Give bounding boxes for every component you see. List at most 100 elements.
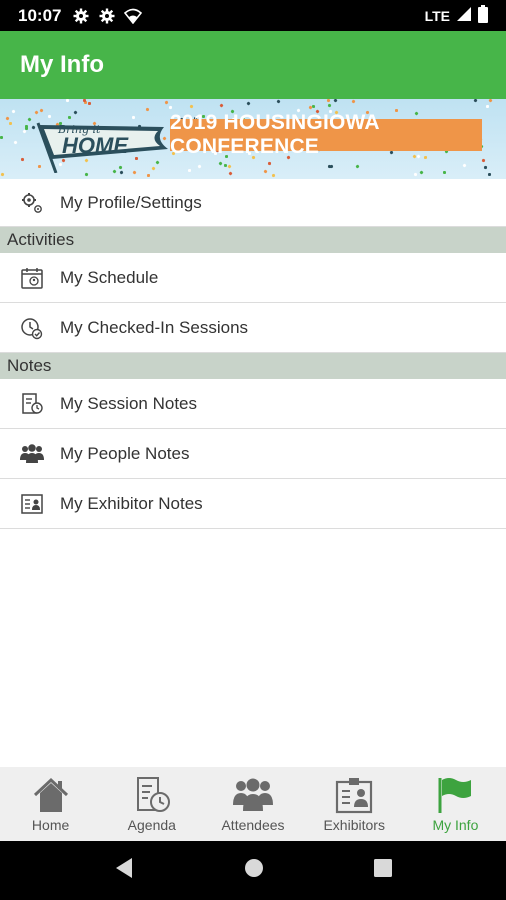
home-icon (31, 775, 71, 815)
tab-agenda[interactable]: Agenda (101, 767, 202, 841)
confetti-piece (187, 168, 192, 173)
list-item-profile-settings[interactable]: My Profile/Settings (0, 179, 506, 227)
confetti-piece (267, 161, 272, 166)
system-nav-bar (0, 841, 506, 900)
confetti-piece (228, 171, 233, 176)
confetti-piece (0, 172, 5, 177)
list-item-label: My Schedule (60, 267, 159, 287)
confetti-piece (413, 172, 418, 177)
list-item-label: My Profile/Settings (60, 192, 202, 212)
list-item-session-notes[interactable]: My Session Notes (0, 379, 506, 429)
confetti-piece (27, 117, 32, 122)
confetti-piece (189, 104, 194, 109)
confetti-piece (87, 101, 92, 106)
gears-icon (0, 191, 60, 215)
tab-label: Agenda (127, 817, 176, 833)
section-header-activities: Activities (0, 227, 506, 253)
confetti-piece (20, 157, 25, 162)
attendees-icon (232, 775, 274, 815)
confetti-piece (488, 99, 493, 103)
flag-icon (435, 775, 475, 815)
confetti-piece (263, 169, 268, 174)
list-item-label: My Exhibitor Notes (60, 493, 203, 513)
confetti-piece (487, 172, 492, 177)
tab-exhibitors[interactable]: Exhibitors (304, 767, 405, 841)
confetti-piece (65, 99, 70, 103)
confetti-piece (8, 121, 13, 126)
home-circle-icon[interactable] (244, 858, 264, 883)
my-info-list: My Profile/Settings Activities My Schedu… (0, 179, 506, 529)
network-type: LTE (424, 7, 450, 24)
confetti-piece (326, 99, 331, 103)
confetti-piece (0, 136, 3, 139)
confetti-piece (271, 173, 276, 178)
confetti-piece (473, 99, 478, 103)
battery-icon (478, 5, 488, 26)
confetti-piece (481, 158, 486, 163)
confetti-piece (146, 173, 151, 178)
tab-my-info[interactable]: My Info (405, 767, 506, 841)
session-notes-icon (0, 392, 60, 416)
confetti-piece (11, 109, 16, 114)
confetti-piece (246, 101, 251, 106)
calendar-person-icon (0, 266, 60, 290)
confetti-piece (24, 124, 29, 129)
exhibitors-icon (334, 775, 374, 815)
back-icon[interactable] (114, 857, 134, 884)
status-bar: 10:07 LTE (0, 0, 506, 31)
confetti-piece (219, 103, 224, 108)
confetti-piece (164, 100, 169, 105)
confetti-piece (351, 99, 356, 104)
confetti-piece (223, 163, 228, 168)
tab-label: Exhibitors (323, 817, 385, 833)
list-item-schedule[interactable]: My Schedule (0, 253, 506, 303)
confetti-piece (333, 99, 338, 103)
confetti-piece (419, 170, 424, 175)
banner-home-text: HOME (62, 133, 129, 158)
confetti-piece (218, 161, 223, 166)
confetti-piece (84, 172, 89, 177)
page-title: My Info (20, 51, 104, 78)
conference-banner: Bring it HOME 2019 HOUSINGIOWA CONFERENC… (0, 99, 506, 179)
confetti-piece (22, 129, 27, 134)
confetti-piece (5, 116, 10, 121)
tab-label: My Info (432, 817, 479, 833)
confetti-piece (82, 99, 87, 103)
wifi-icon (123, 6, 143, 26)
people-icon (0, 443, 60, 465)
list-item-label: My Checked-In Sessions (60, 317, 249, 337)
confetti-piece (483, 165, 488, 170)
signal-icon (456, 6, 472, 25)
list-item-people-notes[interactable]: My People Notes (0, 429, 506, 479)
confetti-piece (442, 170, 447, 175)
exhibitor-badge-icon (0, 492, 60, 516)
confetti-piece (13, 140, 18, 145)
confetti-piece (485, 104, 490, 109)
check-clock-icon (0, 316, 60, 340)
recents-square-icon[interactable] (374, 859, 392, 882)
confetti-piece (276, 99, 281, 104)
bottom-tab-bar: Home Agenda Attendees Exhibitors My Info (0, 767, 506, 841)
list-item-label: My Session Notes (60, 393, 197, 413)
list-item-checked-in-sessions[interactable]: My Checked-In Sessions (0, 303, 506, 353)
confetti-piece (327, 103, 332, 108)
list-item-label: My People Notes (60, 443, 190, 463)
app-bar: My Info (0, 31, 506, 99)
settings-gear-icon (71, 6, 91, 26)
tab-attendees[interactable]: Attendees (202, 767, 303, 841)
tab-label: Attendees (221, 817, 285, 833)
section-header-notes: Notes (0, 353, 506, 379)
confetti-piece (227, 164, 232, 169)
banner-title: 2019 HOUSINGIOWA CONFERENCE (170, 111, 482, 158)
home-pennant-logo: Bring it HOME (36, 122, 168, 173)
status-time: 10:07 (18, 5, 62, 25)
confetti-piece (462, 163, 467, 168)
agenda-icon (132, 775, 172, 815)
confetti-piece (197, 164, 202, 169)
confetti-piece (355, 164, 360, 169)
list-item-exhibitor-notes[interactable]: My Exhibitor Notes (0, 479, 506, 529)
settings-gear-icon (97, 6, 117, 26)
tab-home[interactable]: Home (0, 767, 101, 841)
confetti-piece (308, 105, 313, 110)
tab-label: Home (31, 817, 70, 833)
